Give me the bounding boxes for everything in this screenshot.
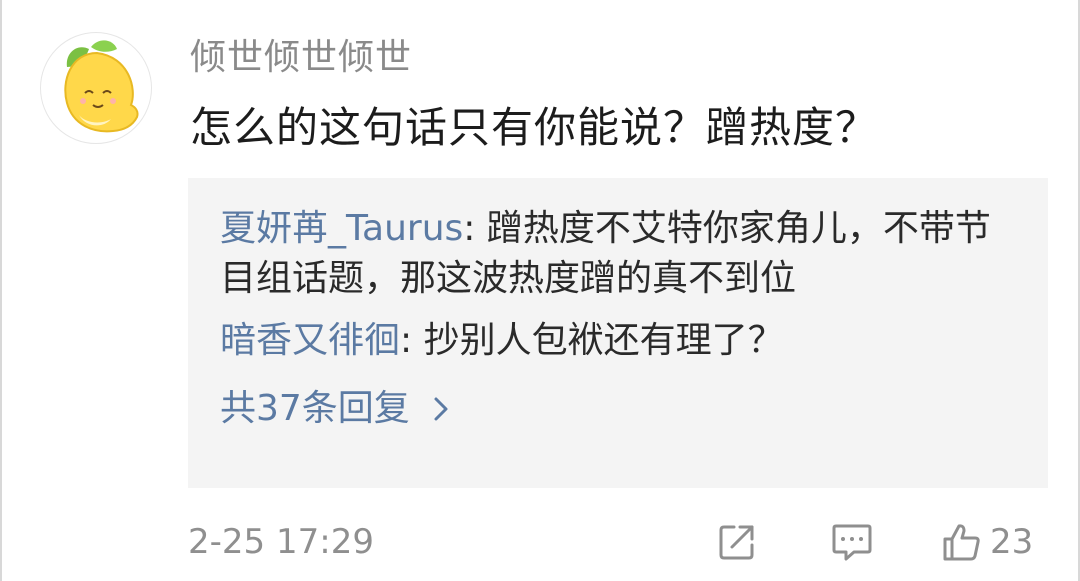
comment-username[interactable]: 倾世倾世倾世 [190,36,412,80]
share-icon [719,525,754,560]
chevron-right-icon [434,397,448,421]
comment-text: 怎么的这句话只有你能说？蹭热度？ [190,103,879,152]
comment-footer: 2-25 17:29 23 [188,520,1048,566]
thumbs-up-icon [943,524,980,561]
reply-item: 暗香又徘徊: 抄别人包袱还有理了？ [220,316,1020,366]
like-button[interactable]: 23 [940,520,1033,564]
reply-button[interactable] [830,520,874,564]
comment-timestamp: 2-25 17:29 [188,522,374,562]
comment-card: 倾世倾世倾世 怎么的这句话只有你能说？蹭热度？ 夏妍苒_Taurus: 蹭热度不… [0,0,1080,581]
view-all-replies-link[interactable]: 共37条回复 [220,384,1018,434]
reply-text: 抄别人包袱还有理了？ [423,320,784,361]
reply-author[interactable]: 暗香又徘徊 [220,320,400,361]
reply-separator: : [400,320,424,361]
share-button[interactable] [716,520,758,564]
more-replies-label: 共37条回复 [220,388,410,429]
lemon-character-icon [64,40,139,133]
comment-icon [832,524,872,561]
reply-preview-box[interactable]: 夏妍苒_Taurus: 蹭热度不艾特你家角儿，不带节目组话题，那这波热度蹭的真不… [188,178,1048,488]
reply-separator: : [463,208,487,249]
like-count: 23 [990,522,1034,562]
avatar[interactable] [40,32,152,144]
reply-author[interactable]: 夏妍苒_Taurus [220,208,463,249]
reply-item: 夏妍苒_Taurus: 蹭热度不艾特你家角儿，不带节目组话题，那这波热度蹭的真不… [220,204,1020,304]
